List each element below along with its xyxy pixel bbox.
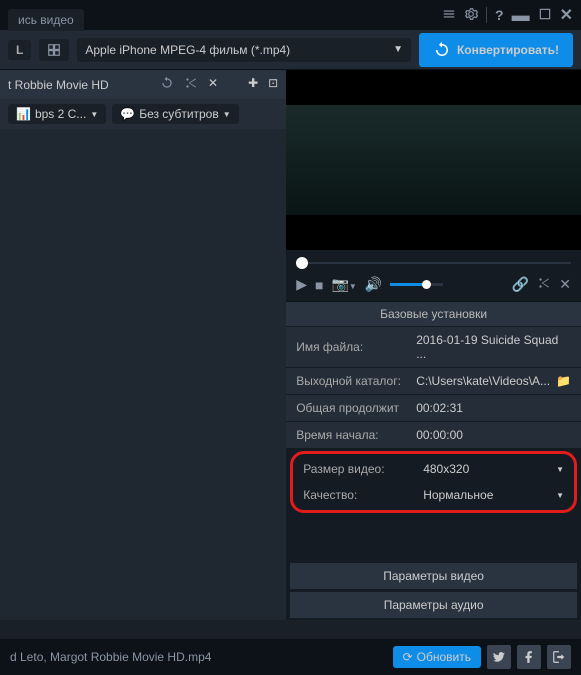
subtitle-chip[interactable]: 💬Без субтитров▼ xyxy=(112,104,238,124)
update-button[interactable]: ⟳ Обновить xyxy=(393,646,481,668)
scissors-icon[interactable] xyxy=(184,76,198,93)
play-icon[interactable]: ▶ xyxy=(296,276,307,293)
statusbar: d Leto, Margot Robbie Movie HD.mp4 ⟳ Обн… xyxy=(0,639,581,675)
tab-video[interactable]: ись видео xyxy=(8,9,84,31)
help-icon[interactable]: ? xyxy=(495,7,504,23)
highlight-box: Размер видео: 480x320▼ Качество: Нормаль… xyxy=(290,451,577,513)
convert-button[interactable]: Конвертировать! xyxy=(419,33,573,67)
cut-icon[interactable] xyxy=(537,276,551,293)
codec-chip[interactable]: 📊bps 2 C...▼ xyxy=(8,104,106,124)
video-params-button[interactable]: Параметры видео xyxy=(290,562,577,589)
prop-outdir: Выходной каталог: C:\Users\kate\Videos\A… xyxy=(286,368,581,395)
minimize-icon[interactable]: ▬ xyxy=(512,5,530,26)
prop-size: Размер видео: 480x320▼ xyxy=(293,456,574,482)
convert-label: Конвертировать! xyxy=(457,43,559,57)
badge: L xyxy=(8,40,31,60)
loop-icon[interactable]: 🔗 xyxy=(512,276,529,293)
prop-start: Время начала: 00:00:00 xyxy=(286,422,581,449)
settings-row: 📊bps 2 C...▼ 💬Без субтитров▼ xyxy=(0,99,286,129)
refresh-icon[interactable] xyxy=(160,76,174,93)
reload-icon: ⟳ xyxy=(403,650,413,664)
progress-bar[interactable] xyxy=(296,262,571,264)
add-icon[interactable]: ✚ xyxy=(248,76,258,93)
prop-duration: Общая продолжит 00:02:31 xyxy=(286,395,581,422)
folder-icon[interactable]: 📁 xyxy=(556,374,571,388)
twitter-icon[interactable] xyxy=(487,645,511,669)
size-dropdown[interactable]: 480x320▼ xyxy=(423,462,564,476)
title-icons: ? ▬ ✕ xyxy=(442,5,573,26)
file-row[interactable]: t Robbie Movie HD ✕ ✚ ⊡ xyxy=(0,70,286,99)
section-basic: Базовые установки xyxy=(286,302,581,327)
volume-icon[interactable]: 🔊 xyxy=(365,276,382,293)
facebook-icon[interactable] xyxy=(517,645,541,669)
progress-thumb[interactable] xyxy=(296,257,308,269)
settings-icon[interactable] xyxy=(442,7,456,24)
status-actions: ⟳ Обновить xyxy=(393,645,571,669)
exit-icon[interactable] xyxy=(547,645,571,669)
crop-icon[interactable]: ✕ xyxy=(208,76,218,93)
video-preview[interactable] xyxy=(286,70,581,250)
titlebar: ись видео ? ▬ ✕ xyxy=(0,0,581,30)
chevron-down-icon: ▼ xyxy=(393,44,403,55)
format-select[interactable]: Apple iPhone MPEG-4 фильм (*.mp4) ▼ xyxy=(77,38,411,62)
left-panel: t Robbie Movie HD ✕ ✚ ⊡ 📊bps 2 C...▼ 💬Бе… xyxy=(0,70,286,620)
stop-icon[interactable]: ■ xyxy=(315,277,323,293)
player-controls: ▶ ■ 📷▼ 🔊 🔗 ✕ xyxy=(286,272,581,302)
expand-icon[interactable]: ⊡ xyxy=(268,76,278,93)
status-file: d Leto, Margot Robbie Movie HD.mp4 xyxy=(10,650,211,664)
toolbar: L Apple iPhone MPEG-4 фильм (*.mp4) ▼ Ко… xyxy=(0,30,581,70)
prop-quality: Качество: Нормальное▼ xyxy=(293,482,574,508)
gear-icon[interactable] xyxy=(464,7,478,24)
volume-slider[interactable] xyxy=(390,283,443,286)
prop-filename: Имя файла: 2016-01-19 Suicide Squad ... xyxy=(286,327,581,368)
format-label: Apple iPhone MPEG-4 фильм (*.mp4) xyxy=(85,43,290,57)
file-actions: ✕ ✚ ⊡ xyxy=(160,76,278,93)
right-panel: ▶ ■ 📷▼ 🔊 🔗 ✕ Базовые установки Имя файла… xyxy=(286,70,581,620)
disable-cut-icon[interactable]: ✕ xyxy=(559,276,571,293)
main: t Robbie Movie HD ✕ ✚ ⊡ 📊bps 2 C...▼ 💬Бе… xyxy=(0,70,581,620)
audio-params-button[interactable]: Параметры аудио xyxy=(290,591,577,618)
camera-icon[interactable]: 📷▼ xyxy=(331,276,356,293)
quality-dropdown[interactable]: Нормальное▼ xyxy=(423,488,564,502)
file-name: t Robbie Movie HD xyxy=(8,78,109,92)
close-icon[interactable]: ✕ xyxy=(560,5,573,25)
maximize-icon[interactable] xyxy=(538,7,552,24)
all-button[interactable] xyxy=(39,39,69,61)
